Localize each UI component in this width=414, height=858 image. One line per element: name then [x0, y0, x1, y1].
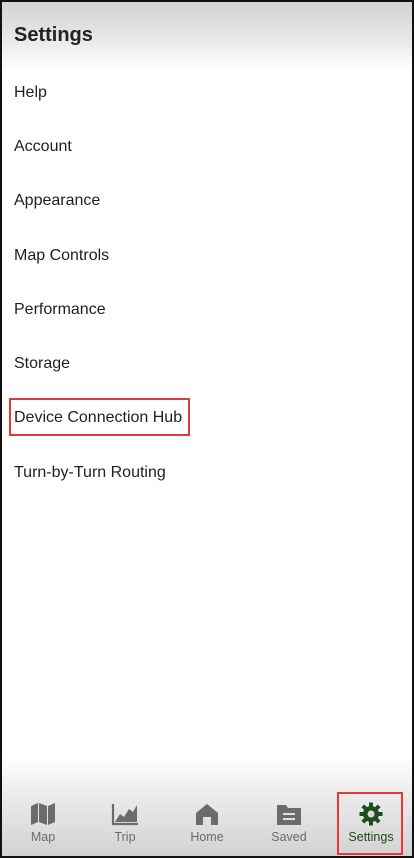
nav-tab-saved[interactable]: Saved — [248, 792, 330, 856]
menu-item-turn-by-turn-routing[interactable]: Turn-by-Turn Routing — [14, 461, 166, 485]
folder-icon — [277, 805, 301, 825]
menu-item-map-controls[interactable]: Map Controls — [14, 244, 109, 268]
nav-label-home: Home — [190, 830, 224, 844]
gear-icon — [359, 802, 383, 826]
home-icon — [196, 804, 218, 825]
nav-tab-trip[interactable]: Trip — [84, 792, 166, 856]
nav-label-map: Map — [30, 830, 56, 844]
page-title: Settings — [14, 24, 93, 46]
menu-item-account[interactable]: Account — [14, 135, 72, 159]
menu-item-appearance[interactable]: Appearance — [14, 189, 100, 213]
nav-label-saved: Saved — [271, 830, 307, 844]
bottom-nav: Map Trip Home Saved Settings — [2, 792, 412, 856]
menu-item-device-connection-hub[interactable]: Device Connection Hub — [14, 406, 182, 430]
app-frame: Settings Help Account Appearance Map Con… — [0, 0, 414, 858]
nav-tab-home[interactable]: Home — [166, 792, 248, 856]
nav-label-settings: Settings — [348, 830, 394, 844]
chart-icon — [111, 804, 138, 826]
app-header: Settings — [2, 2, 412, 70]
menu-item-storage[interactable]: Storage — [14, 352, 70, 376]
menu-item-help[interactable]: Help — [14, 81, 47, 105]
nav-tab-map[interactable]: Map — [2, 792, 84, 856]
nav-tab-settings[interactable]: Settings — [330, 792, 412, 856]
nav-label-trip: Trip — [114, 830, 136, 844]
menu-item-performance[interactable]: Performance — [14, 298, 106, 322]
map-icon — [31, 803, 55, 825]
